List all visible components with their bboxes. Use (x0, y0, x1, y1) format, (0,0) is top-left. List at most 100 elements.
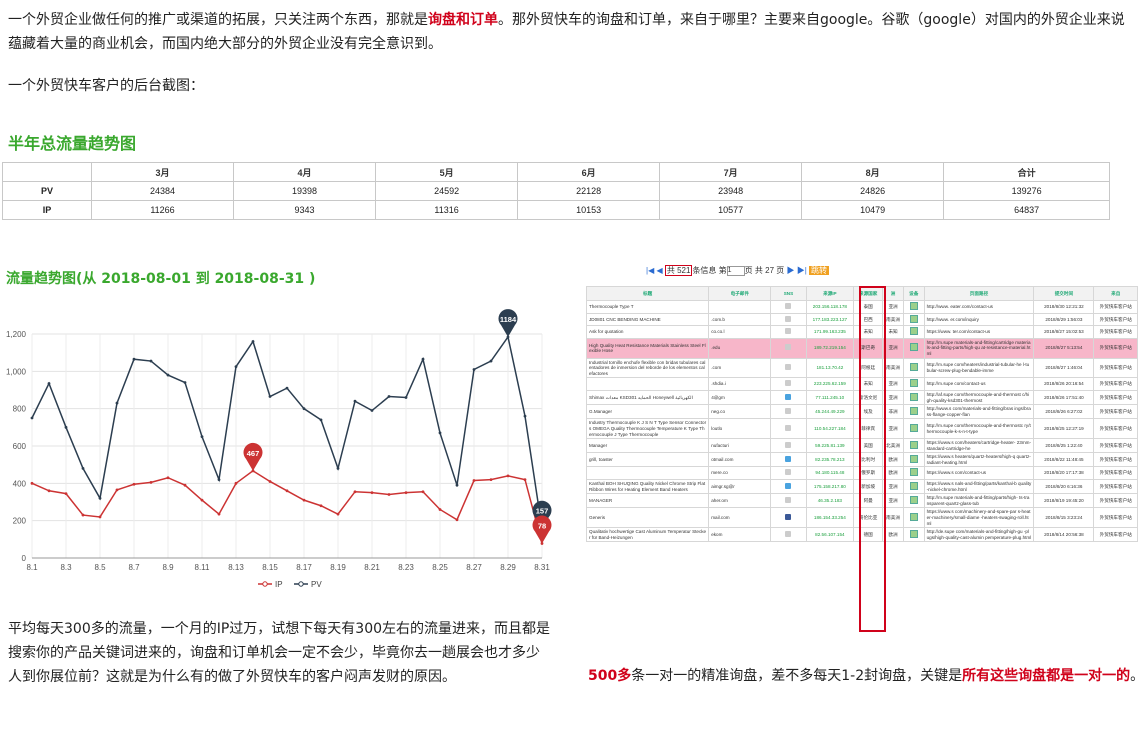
data-point-ip (523, 478, 527, 481)
data-point-ip (438, 508, 442, 511)
inquiry-source: 外贸快车客户站 (1093, 312, 1138, 327)
inquiry-time: 2018/8/30 12:21:32 (1033, 300, 1095, 314)
inquiry-header: 电子邮件 (708, 286, 772, 301)
device-icon (909, 392, 918, 401)
inquiry-title: High Quality Heat Resistance Materials S… (586, 337, 710, 359)
page-input[interactable]: 1 (726, 265, 745, 276)
sns-placeholder-icon (785, 364, 792, 371)
data-point-pv (404, 396, 408, 399)
inquiry-source: 外贸快车客户站 (1093, 466, 1138, 481)
prev-page-icon[interactable]: ◀ (656, 266, 662, 275)
x-tick-label: 8.1 (26, 563, 38, 572)
inquiry-title: Qualitativ hochwertige Cast Aluminum Tem… (586, 527, 710, 543)
x-tick-label: 8.21 (364, 563, 380, 572)
data-point-ip (217, 512, 221, 516)
device-cell (902, 357, 925, 379)
data-point-pv (234, 365, 238, 369)
sns-cell (770, 466, 807, 481)
inquiry-ip: 82.235.78.213 (805, 452, 855, 468)
data-point-ip (404, 491, 408, 495)
sns-cell (770, 337, 807, 359)
inquiry-path: https://www.s com/heaters/cartridge-heat… (923, 438, 1035, 454)
inquiry-header: 设备 (902, 286, 925, 301)
sns-cell (770, 300, 807, 314)
next-page-icon[interactable]: ▶ (786, 266, 794, 275)
half-year-header: 4月 (233, 162, 377, 182)
half-year-header (2, 162, 92, 182)
twitter-icon (785, 456, 792, 463)
data-point-pv (268, 395, 272, 398)
row-label: IP (2, 200, 92, 220)
inquiry-ip: 177.183.223.127 (805, 312, 855, 327)
table-cell: 24384 (90, 181, 235, 201)
inquiry-email: nufacturi (708, 438, 772, 454)
inquiry-pager: |◀ ◀ 共 521 条信息 第1 页 共 27 页 ▶ ▶| 跳转 (646, 265, 830, 276)
inquiry-title (586, 377, 710, 391)
inquiry-title: Industry Thermocouple K J S N T Type Sen… (586, 418, 710, 440)
inquiry-email: 4@gm (708, 389, 772, 406)
inquiry-time: 2018/8/15 3:23:24 (1033, 507, 1095, 529)
x-tick-label: 8.9 (162, 563, 174, 572)
data-point-pv (370, 409, 374, 412)
inquiry-time: 2018/8/29 1:56:03 (1033, 312, 1095, 327)
last-page-icon[interactable]: ▶| (797, 266, 807, 275)
data-point-pv (353, 399, 357, 403)
inquiry-time: 2018/8/26 17:51:40 (1033, 389, 1095, 406)
inquiry-time: 2018/8/26 6:27:02 (1033, 404, 1095, 420)
data-point-pv (251, 340, 255, 343)
table-cell: 10577 (659, 200, 803, 220)
data-point-ip (166, 476, 170, 480)
go-button[interactable]: 跳转 (809, 266, 830, 275)
table-cell: 9343 (233, 200, 377, 220)
first-page-icon[interactable]: |◀ (646, 266, 654, 275)
data-point-pv (200, 435, 204, 439)
data-point-ip (30, 481, 34, 485)
data-point-ip (506, 474, 510, 478)
x-tick-label: 8.3 (60, 563, 72, 572)
inquiry-title: Thermocouple Type T (586, 300, 710, 314)
sns-cell (770, 527, 807, 543)
inquiry-path: http://af.supe com/thermocouple-and-ther… (923, 389, 1035, 406)
intro-highlight: 询盘和订单 (428, 12, 498, 28)
inquiry-table-wrap: 标题 电子邮件 SNS 来源IP 来源国家洲设备 页面路径 提交时间 来自 Thermocou… (586, 286, 1138, 636)
half-year-header: 6月 (517, 162, 661, 182)
value-pin-label: 467 (247, 449, 260, 458)
inquiry-path: http://www.s com/materials-and-fitting/b… (923, 404, 1035, 420)
sns-placeholder-icon (785, 315, 792, 322)
inquiry-email: .shdia.i (708, 377, 772, 391)
inquiry-title: Industrial tornillo enchufe flexible con… (586, 357, 710, 379)
inquiry-time: 2018/8/25 12:27:19 (1033, 418, 1095, 440)
legend-label: IP (275, 580, 283, 589)
facebook-icon (785, 514, 792, 521)
inquiry-source: 外贸快车客户站 (1093, 404, 1138, 420)
half-year-table: 3月 4月 5月 6月 7月 8月 合计 PV 24384 19398 24592 22128 239… (2, 162, 1110, 220)
data-point-ip (489, 478, 493, 481)
screenshot-caption: 一个外贸快车客户的后台截图： (8, 78, 204, 94)
inquiry-time: 2018/8/27 5:13:54 (1033, 337, 1095, 359)
half-year-header: 合计 (943, 162, 1110, 182)
legend-marker (298, 581, 304, 587)
inquiry-ip: 181.13.70.42 (805, 357, 855, 379)
inquiry-path: https://www.s heaters/quartz-heaters/hig… (923, 452, 1035, 468)
table-cell: 22128 (517, 181, 661, 201)
y-tick-label: 1,000 (6, 367, 27, 376)
half-year-row: IP 11266 9343 11316 10153 10577 10479 64837 (2, 200, 1110, 220)
data-point-pv (472, 368, 476, 371)
data-point-pv (285, 386, 289, 390)
half-year-table-wrap: 3月 4月 5月 6月 7月 8月 合计 PV 24384 19398 24592 22128 239… (2, 162, 1110, 220)
device-icon (909, 314, 918, 323)
legend-label: PV (311, 580, 322, 589)
sns-placeholder-icon (785, 344, 792, 351)
inquiry-title: Kanthal BOH SHUQING Quality Nickel Chrom… (586, 479, 710, 495)
table-cell: 10153 (517, 200, 661, 220)
intro-paragraph: 一个外贸企业做任何的推广或渠道的拓展，只关注两个东西，那就是询盘和订单。那外贸快… (8, 8, 1133, 56)
sns-cell (770, 438, 807, 454)
device-cell (902, 337, 925, 359)
data-point-ip (472, 479, 476, 482)
half-year-title: 半年总流量趋势图 (8, 134, 137, 153)
device-cell (902, 377, 925, 391)
half-year-header: 8月 (801, 162, 945, 182)
data-point-ip (319, 504, 323, 508)
y-tick-label: 600 (13, 442, 27, 451)
inquiry-summary-end: 。 (1130, 668, 1140, 684)
